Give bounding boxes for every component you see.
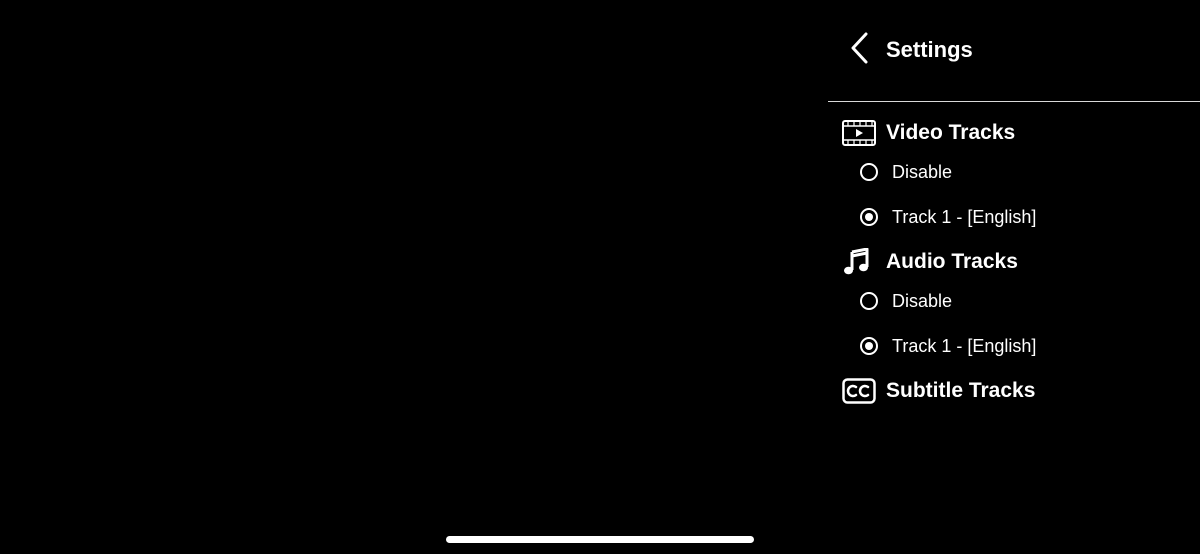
settings-panel: Settings Video Tracks Disable Track 1 - … bbox=[828, 0, 1200, 554]
option-label: Disable bbox=[892, 290, 953, 311]
radio-selected-icon bbox=[860, 337, 878, 355]
chevron-left-icon bbox=[848, 31, 870, 70]
section-label: Video Tracks bbox=[886, 121, 1016, 144]
section-audio-tracks[interactable]: Audio Tracks bbox=[842, 247, 1018, 277]
home-indicator[interactable] bbox=[446, 536, 754, 543]
radio-unselected-icon bbox=[860, 163, 878, 181]
audio-option-disable[interactable]: Disable bbox=[860, 286, 952, 316]
header-divider bbox=[828, 101, 1200, 102]
video-option-disable[interactable]: Disable bbox=[860, 157, 952, 187]
video-player-area[interactable] bbox=[0, 0, 828, 554]
section-label: Subtitle Tracks bbox=[886, 379, 1036, 402]
video-option-track-1[interactable]: Track 1 - [English] bbox=[860, 202, 1036, 232]
option-label: Track 1 - [English] bbox=[892, 206, 1037, 227]
section-subtitle-tracks[interactable]: Subtitle Tracks bbox=[842, 376, 1035, 406]
screen: Settings Video Tracks Disable Track 1 - … bbox=[0, 0, 1200, 554]
film-icon bbox=[842, 118, 878, 148]
radio-selected-icon bbox=[860, 208, 878, 226]
audio-option-track-1[interactable]: Track 1 - [English] bbox=[860, 331, 1036, 361]
section-label: Audio Tracks bbox=[886, 250, 1018, 273]
option-label: Disable bbox=[892, 161, 953, 182]
closed-caption-icon bbox=[842, 376, 878, 406]
section-video-tracks[interactable]: Video Tracks bbox=[842, 118, 1015, 148]
radio-unselected-icon bbox=[860, 292, 878, 310]
back-button[interactable] bbox=[844, 30, 874, 70]
page-title: Settings bbox=[886, 37, 973, 62]
option-label: Track 1 - [English] bbox=[892, 335, 1037, 356]
settings-header: Settings bbox=[828, 0, 1200, 101]
music-note-icon bbox=[842, 247, 878, 277]
